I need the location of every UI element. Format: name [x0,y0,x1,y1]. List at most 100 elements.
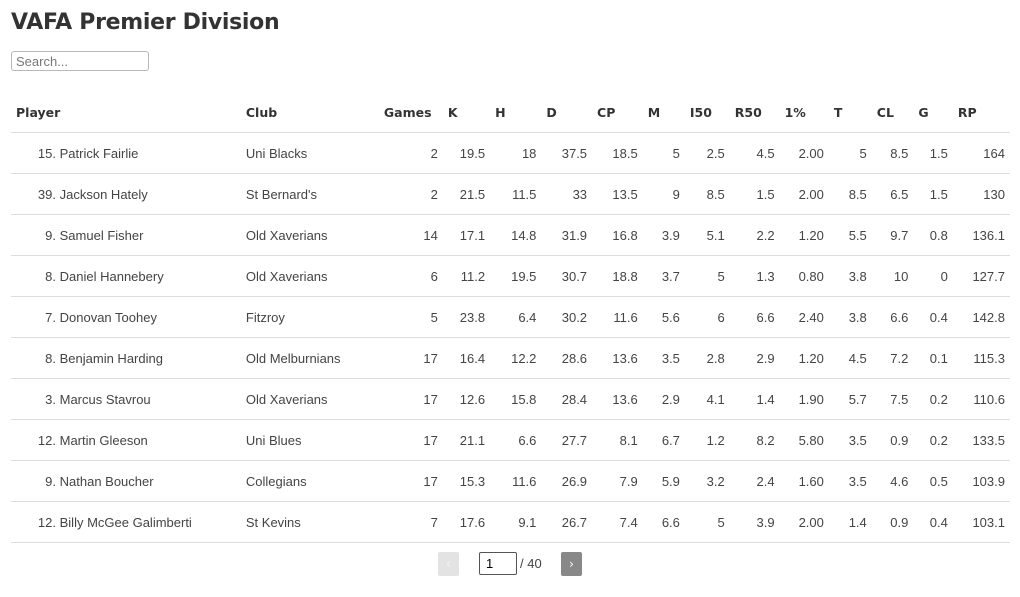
player-rank: 8. [45,268,56,284]
stat-cell-h: 11.5 [490,173,542,215]
player-rank: 12. [37,514,56,530]
stat-cell-rp: 115.3 [952,337,1010,379]
column-header-h[interactable]: H [490,92,542,133]
column-header-player[interactable]: Player [11,92,241,133]
stat-cell-i50: 2.8 [684,337,730,379]
stat-cell-g: 0.4 [913,501,953,543]
table-row[interactable]: 15. Patrick Fairlie Uni Blacks 2 19.5 18 37.5… [11,132,1010,174]
stat-cell-m: 3.7 [642,255,685,297]
column-header-m[interactable]: M [642,92,685,133]
stat-cell-k: 21.5 [442,173,491,215]
column-header-rp[interactable]: RP [952,92,1010,133]
stat-cell-m: 6.7 [642,419,685,461]
stat-cell-k: 11.2 [442,255,491,297]
player-name: Billy McGee Galimberti [59,514,192,530]
player-rank: 39. [37,186,56,202]
table-row[interactable]: 7. Donovan Toohey Fitzroy 5 23.8 6.4 30.2 11.6… [11,296,1010,338]
table-row[interactable]: 9. Nathan Boucher Collegians 17 15.3 11.6 26.… [11,460,1010,502]
pagination: ‹ / 40 › [0,552,1020,576]
stat-cell-r50: 1.3 [729,255,780,297]
club-cell: Collegians [240,460,379,502]
stat-cell-cp: 13.6 [592,378,643,420]
stat-cell-t: 3.8 [828,255,872,297]
column-header-g[interactable]: G [913,92,953,133]
stat-cell-h: 15.8 [490,378,542,420]
table-row[interactable]: 3. Marcus Stavrou Old Xaverians 17 12.6 15.8… [11,378,1010,420]
stat-cell-games: 2 [378,132,443,174]
stat-cell-h: 12.2 [490,337,542,379]
stat-cell-d: 30.2 [541,296,593,338]
player-stats-table: Player Club Games K H D CP M I50 R50 1% T CL G RP 15. … [11,92,1010,543]
stat-cell-r50: 4.5 [729,132,780,174]
club-cell: Uni Blacks [240,132,379,174]
stat-cell-d: 33 [541,173,593,215]
column-header-games[interactable]: Games [378,92,443,133]
stat-cell-cl: 10 [871,255,914,297]
player-rank: 3. [45,391,56,407]
column-header-cp[interactable]: CP [592,92,643,133]
player-name: Samuel Fisher [59,227,144,243]
column-header-club[interactable]: Club [240,92,379,133]
player-rank: 9. [45,473,56,489]
stat-cell-cp: 18.5 [592,132,643,174]
player-name: Donovan Toohey [59,309,157,325]
stat-cell-t: 3.8 [828,296,872,338]
stat-cell-rp: 142.8 [952,296,1010,338]
stat-cell-rp: 103.1 [952,501,1010,543]
stat-cell-g: 0.2 [913,378,953,420]
club-cell: Uni Blues [240,419,379,461]
search-input[interactable] [11,51,149,71]
player-rank: 12. [37,432,56,448]
stat-cell-k: 17.6 [442,501,491,543]
page-number-input[interactable] [479,552,517,575]
column-header-i50[interactable]: I50 [684,92,730,133]
stat-cell-one-pct: 2.00 [779,173,829,215]
column-header-k[interactable]: K [442,92,491,133]
table-row[interactable]: 8. Benjamin Harding Old Melburnians 17 16.4… [11,337,1010,379]
column-header-d[interactable]: D [541,92,593,133]
stat-cell-d: 26.9 [541,460,593,502]
stat-cell-r50: 8.2 [729,419,780,461]
stat-cell-one-pct: 2.00 [779,501,829,543]
stat-cell-games: 17 [378,337,443,379]
stat-cell-k: 12.6 [442,378,491,420]
stat-cell-m: 3.5 [642,337,685,379]
stat-cell-m: 9 [642,173,685,215]
stat-cell-r50: 6.6 [729,296,780,338]
stat-cell-m: 3.9 [642,214,685,256]
player-cell: 8. Daniel Hannebery [11,255,241,297]
stat-cell-g: 1.5 [913,132,953,174]
stat-cell-one-pct: 1.60 [779,460,829,502]
player-name: Benjamin Harding [59,350,163,366]
column-header-r50[interactable]: R50 [729,92,780,133]
stat-cell-k: 21.1 [442,419,491,461]
stat-cell-cl: 9.7 [871,214,914,256]
table-row[interactable]: 12. Billy McGee Galimberti St Kevins 7 17.6… [11,501,1010,543]
table-row[interactable]: 9. Samuel Fisher Old Xaverians 14 17.1 14.8 3… [11,214,1010,256]
stat-cell-games: 17 [378,378,443,420]
stat-cell-one-pct: 0.80 [779,255,829,297]
stat-cell-h: 9.1 [490,501,542,543]
player-name: Martin Gleeson [59,432,148,448]
stat-cell-i50: 3.2 [684,460,730,502]
stat-cell-rp: 130 [952,173,1010,215]
table-row[interactable]: 39. Jackson Hately St Bernard's 2 21.5 11.5 3… [11,173,1010,215]
stat-cell-games: 6 [378,255,443,297]
stat-cell-k: 17.1 [442,214,491,256]
column-header-1pct[interactable]: 1% [779,92,829,133]
stat-cell-g: 0.2 [913,419,953,461]
column-header-cl[interactable]: CL [871,92,914,133]
player-cell: 12. Billy McGee Galimberti [11,501,241,543]
table-row[interactable]: 8. Daniel Hannebery Old Xaverians 6 11.2 19.… [11,255,1010,297]
previous-page-button[interactable]: ‹ [438,552,459,576]
stat-cell-rp: 164 [952,132,1010,174]
stat-cell-r50: 2.9 [729,337,780,379]
club-cell: Old Xaverians [240,214,379,256]
stat-cell-d: 26.7 [541,501,593,543]
column-header-t[interactable]: T [828,92,872,133]
stat-cell-t: 5 [828,132,872,174]
next-page-button[interactable]: › [561,552,582,576]
stat-cell-games: 2 [378,173,443,215]
table-row[interactable]: 12. Martin Gleeson Uni Blues 17 21.1 6.6 27.7… [11,419,1010,461]
stat-cell-rp: 127.7 [952,255,1010,297]
